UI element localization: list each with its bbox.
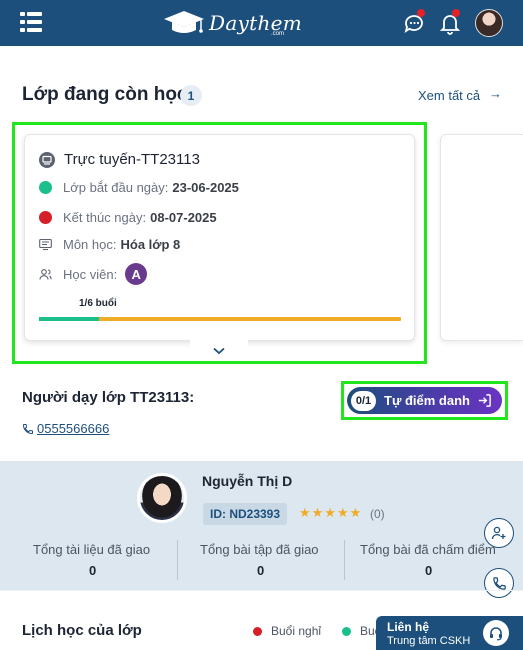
logo-text: Daythem: [209, 11, 303, 35]
see-all-link[interactable]: Xem tất cả: [418, 88, 480, 103]
stat-graded-value: 0: [425, 563, 433, 578]
legend-off-label: Buổi nghỉ: [271, 624, 322, 638]
rating-stars: ★★★★★: [299, 505, 363, 520]
support-title: Liên hệ: [387, 620, 430, 634]
teacher-name: Nguyễn Thị D: [202, 473, 293, 489]
rating-count: (0): [370, 507, 385, 521]
teacher-id-badge: ID: ND23393: [203, 503, 288, 525]
phone-icon: [22, 423, 33, 434]
section-title: Lớp đang còn học: [22, 84, 188, 105]
support-contact-button[interactable]: Liên hệ Trung tâm CSKH: [376, 616, 523, 650]
schedule-title: Lịch học của lớp: [22, 622, 142, 639]
graduation-cap-icon: [164, 11, 204, 33]
teacher-avatar[interactable]: [137, 473, 187, 523]
add-user-button[interactable]: [484, 518, 514, 548]
logo-subtext: .com: [271, 31, 285, 37]
stat-homework-label: Tổng bài tập đã giao: [200, 542, 319, 557]
legend-other-dot: [342, 626, 351, 636]
stat-divider: [344, 540, 345, 580]
top-header: Daythem .com: [0, 0, 523, 46]
chat-icon[interactable]: [402, 9, 426, 35]
call-button[interactable]: [484, 568, 514, 598]
phone-icon: [492, 576, 506, 590]
teacher-title: Người dạy lớp TT23113:: [22, 389, 195, 406]
class-count-badge: 1: [180, 85, 202, 106]
stat-docs-label: Tổng tài liệu đã giao: [33, 542, 151, 557]
next-class-card[interactable]: [440, 134, 523, 341]
menu-icon[interactable]: [20, 11, 42, 33]
logo[interactable]: Daythem .com: [163, 8, 302, 38]
phone-row: 0555566666: [22, 421, 109, 436]
legend-off: Buổi nghỉ: [253, 624, 321, 638]
stat-graded-label: Tổng bài đã chấm điểm: [360, 542, 496, 557]
add-user-icon: [491, 526, 506, 540]
divider: [0, 590, 523, 591]
highlight-box-card: [12, 122, 427, 364]
user-avatar[interactable]: [475, 9, 503, 37]
headset-icon: [483, 620, 509, 646]
stat-homework-value: 0: [257, 563, 265, 578]
support-subtitle: Trung tâm CSKH: [387, 635, 471, 647]
bell-icon[interactable]: [438, 9, 462, 35]
legend-off-dot: [253, 626, 262, 636]
arrow-right-icon[interactable]: →: [489, 86, 502, 101]
stat-docs-value: 0: [89, 563, 97, 578]
highlight-box-checkin: [341, 381, 508, 420]
stat-divider: [177, 540, 178, 580]
chat-badge: [417, 9, 425, 17]
teacher-phone-link[interactable]: 0555566666: [37, 421, 109, 436]
bell-badge: [452, 9, 460, 17]
